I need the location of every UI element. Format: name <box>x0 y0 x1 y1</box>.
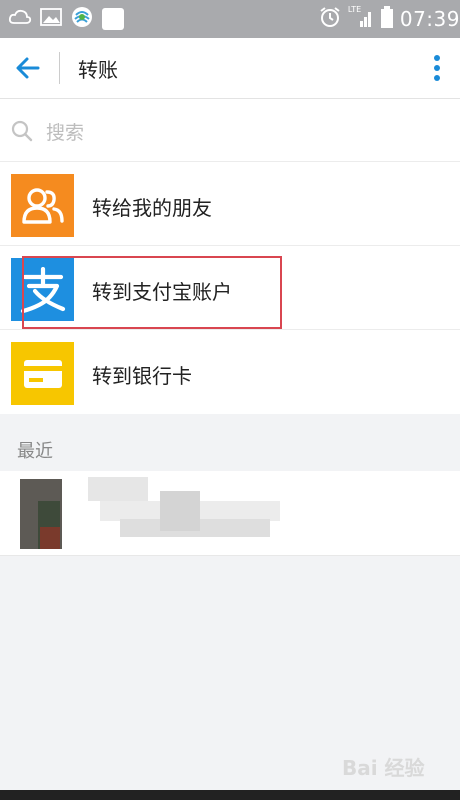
option-label: 转到银行卡 <box>92 364 192 388</box>
option-label: 转给我的朋友 <box>92 196 212 220</box>
transfer-options-list: 转给我的朋友 转到支付宝账户 转到银行卡 <box>0 162 460 414</box>
search-input[interactable]: 搜索 <box>46 118 84 145</box>
watermark: Bai 经验 <box>342 756 425 780</box>
status-bar: LTE 07:39 <box>0 0 460 38</box>
alarm-icon <box>318 5 342 33</box>
header-divider <box>59 52 60 84</box>
network-label: LTE <box>347 5 362 14</box>
page-title: 转账 <box>78 58 118 82</box>
blurred-name <box>160 491 200 531</box>
cloud-icon <box>8 7 32 31</box>
carrier-icon <box>70 5 94 33</box>
option-transfer-to-bank-card[interactable]: 转到银行卡 <box>0 330 460 414</box>
recent-title: 最近 <box>17 441 53 462</box>
search-icon <box>10 119 34 143</box>
search-bar[interactable]: 搜索 <box>0 99 460 162</box>
back-arrow-icon[interactable] <box>14 54 42 82</box>
avatar-part <box>40 527 60 549</box>
recent-contact-row[interactable] <box>0 471 460 556</box>
option-label: 转到支付宝账户 <box>92 280 232 304</box>
recent-section-header: 最近 <box>0 424 460 470</box>
friends-icon <box>11 174 74 237</box>
option-transfer-to-friends[interactable]: 转给我的朋友 <box>0 162 460 246</box>
gallery-icon <box>40 7 62 31</box>
signal-icon: LTE <box>348 5 374 33</box>
bottom-bar <box>0 790 460 800</box>
battery-icon <box>380 5 394 33</box>
more-vertical-icon[interactable] <box>432 54 442 84</box>
bank-card-icon <box>11 342 74 405</box>
option-transfer-to-alipay[interactable]: 转到支付宝账户 <box>0 246 460 330</box>
clock: 07:39 <box>399 7 460 31</box>
alipay-icon <box>11 258 74 321</box>
blurred-name <box>88 477 148 501</box>
app-header: 转账 <box>0 38 460 99</box>
notification-icon <box>102 8 124 30</box>
